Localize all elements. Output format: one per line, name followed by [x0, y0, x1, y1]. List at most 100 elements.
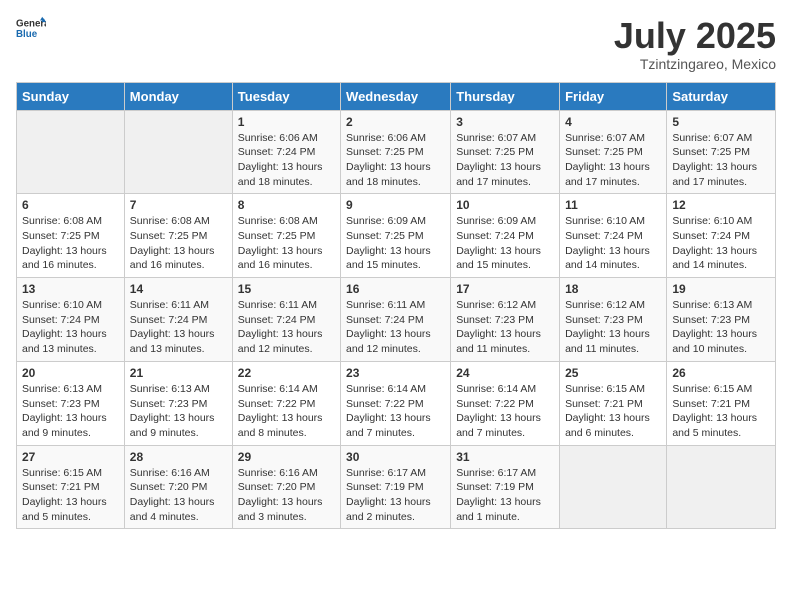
day-number: 27: [22, 450, 119, 464]
sunrise-text: Sunrise: 6:08 AM: [22, 215, 102, 227]
day-number: 21: [130, 366, 227, 380]
sunset-text: Sunset: 7:22 PM: [238, 398, 316, 410]
sunrise-text: Sunrise: 6:12 AM: [565, 299, 645, 311]
day-number: 8: [238, 198, 335, 212]
calendar-cell: 26 Sunrise: 6:15 AMSunset: 7:21 PMDayligh…: [667, 361, 776, 445]
calendar-cell: 17Sunrise: 6:12 AMSunset: 7:23 PMDayligh…: [451, 278, 560, 362]
calendar-week-row: 6Sunrise: 6:08 AMSunset: 7:25 PMDaylight…: [17, 194, 776, 278]
day-number: 6: [22, 198, 119, 212]
sunset-text: Sunset: 7:24 PM: [238, 146, 316, 158]
day-info: Sunrise: 6:13 AMSunset: 7:23 PMDaylight:…: [22, 382, 119, 441]
calendar-cell: 9Sunrise: 6:09 AMSunset: 7:25 PMDaylight…: [341, 194, 451, 278]
sunset-text: Sunset: 7:25 PM: [456, 146, 534, 158]
daylight-text: Daylight: 13 hours and 15 minutes.: [346, 245, 431, 272]
day-info: Sunrise: 6:14 AMSunset: 7:22 PMDaylight:…: [346, 382, 445, 441]
calendar-cell: 14Sunrise: 6:11 AMSunset: 7:24 PMDayligh…: [124, 278, 232, 362]
sunrise-text: Sunrise: 6:10 AM: [22, 299, 102, 311]
calendar-cell: 23Sunrise: 6:14 AMSunset: 7:22 PMDayligh…: [341, 361, 451, 445]
svg-text:Blue: Blue: [16, 29, 38, 40]
daylight-text: Daylight: 13 hours and 5 minutes.: [22, 496, 107, 523]
calendar-week-row: 20Sunrise: 6:13 AMSunset: 7:23 PMDayligh…: [17, 361, 776, 445]
day-number: 5: [672, 115, 770, 129]
sunset-text: Sunset: 7:21 PM: [22, 481, 100, 493]
daylight-text: Daylight: 13 hours and 8 minutes.: [238, 412, 323, 439]
day-info: Sunrise: 6:10 AMSunset: 7:24 PMDaylight:…: [565, 214, 661, 273]
daylight-text: Daylight: 13 hours and 5 minutes.: [672, 412, 757, 439]
calendar-cell: 22Sunrise: 6:14 AMSunset: 7:22 PMDayligh…: [232, 361, 340, 445]
day-info: Sunrise: 6:11 AMSunset: 7:24 PMDaylight:…: [238, 298, 335, 357]
day-number: 11: [565, 198, 661, 212]
day-info: Sunrise: 6:13 AM Sunset: 7:23 PM Daylight:…: [672, 298, 770, 357]
day-number: 7: [130, 198, 227, 212]
daylight-text: Daylight: 13 hours and 10 minutes.: [672, 328, 757, 355]
sunrise-text: Sunrise: 6:11 AM: [346, 299, 425, 311]
sunset-text: Sunset: 7:23 PM: [22, 398, 100, 410]
sunrise-text: Sunrise: 6:07 AM: [565, 132, 645, 144]
day-number: 1: [238, 115, 335, 129]
sunset-text: Sunset: 7:25 PM: [22, 230, 100, 242]
day-number: 26: [672, 366, 770, 380]
calendar-cell: 15 Sunrise: 6:11 AMSunset: 7:24 PMDayligh…: [232, 278, 340, 362]
sunset-text: Sunset: 7:24 PM: [238, 314, 316, 326]
calendar-cell: 21Sunrise: 6:13 AMSunset: 7:23 PMDayligh…: [124, 361, 232, 445]
sunrise-text: Sunrise: 6:08 AM: [238, 215, 318, 227]
day-info: Sunrise: 6:06 AMSunset: 7:24 PMDaylight:…: [238, 131, 335, 190]
calendar-cell: 30Sunrise: 6:17 AMSunset: 7:19 PMDayligh…: [341, 445, 451, 529]
day-number: 16: [346, 282, 445, 296]
sunset-text: Sunset: 7:23 PM: [565, 314, 643, 326]
sunset-text: Sunset: 7:23 PM: [672, 314, 750, 326]
weekday-header-saturday: Saturday: [667, 82, 776, 110]
calendar-cell: 10Sunrise: 6:09 AMSunset: 7:24 PMDayligh…: [451, 194, 560, 278]
sunrise-text: Sunrise: 6:15 AM: [565, 383, 645, 395]
sunrise-text: Sunrise: 6:16 AM: [238, 467, 318, 479]
sunrise-text: Sunrise: 6:16 AM: [130, 467, 210, 479]
daylight-text: Daylight: 13 hours and 3 minutes.: [238, 496, 323, 523]
day-info: Sunrise: 6:15 AM Sunset: 7:21 PM Daylight:…: [565, 382, 661, 441]
daylight-text: Daylight: 13 hours and 9 minutes.: [130, 412, 215, 439]
sunset-text: Sunset: 7:25 PM: [346, 146, 424, 158]
day-number: 28: [130, 450, 227, 464]
day-info: Sunrise: 6:08 AMSunset: 7:25 PMDaylight:…: [130, 214, 227, 273]
day-info: Sunrise: 6:09 AMSunset: 7:25 PMDaylight:…: [346, 214, 445, 273]
day-info: Sunrise: 6:14 AMSunset: 7:22 PMDaylight:…: [238, 382, 335, 441]
sunrise-text: Sunrise: 6:13 AM: [672, 299, 752, 311]
daylight-text: Daylight: 13 hours and 1 minute.: [456, 496, 541, 523]
day-info: Sunrise: 6:08 AMSunset: 7:25 PMDaylight:…: [22, 214, 119, 273]
day-number: 2: [346, 115, 445, 129]
sunset-text: Sunset: 7:24 PM: [456, 230, 534, 242]
daylight-text: Daylight: 13 hours and 9 minutes.: [22, 412, 107, 439]
calendar-week-row: 13Sunrise: 6:10 AMSunset: 7:24 PMDayligh…: [17, 278, 776, 362]
daylight-text: Daylight: 13 hours and 6 minutes.: [565, 412, 650, 439]
sunrise-text: Sunrise: 6:09 AM: [346, 215, 426, 227]
day-number: 19: [672, 282, 770, 296]
calendar-cell: 27 Sunrise: 6:15 AMSunset: 7:21 PMDayligh…: [17, 445, 125, 529]
day-info: Sunrise: 6:14 AMSunset: 7:22 PMDaylight:…: [456, 382, 554, 441]
daylight-text: Daylight: 13 hours and 18 minutes.: [346, 161, 431, 188]
daylight-text: Daylight: 13 hours and 12 minutes.: [346, 328, 431, 355]
day-info: Sunrise: 6:07 AMSunset: 7:25 PMDaylight:…: [672, 131, 770, 190]
sunset-text: Sunset: 7:24 PM: [22, 314, 100, 326]
day-info: Sunrise: 6:15 AMSunset: 7:21 PMDaylight:…: [672, 382, 770, 441]
day-info: Sunrise: 6:10 AMSunset: 7:24 PMDaylight:…: [672, 214, 770, 273]
calendar-cell: [667, 445, 776, 529]
day-number: 14: [130, 282, 227, 296]
weekday-header-sunday: Sunday: [17, 82, 125, 110]
sunrise-text: Sunrise: 6:14 AM: [456, 383, 536, 395]
daylight-text: Daylight: 13 hours and 14 minutes.: [565, 245, 650, 272]
day-info: Sunrise: 6:11 AMSunset: 7:24 PMDaylight:…: [346, 298, 445, 357]
sunset-text: Sunset: 7:25 PM: [130, 230, 208, 242]
sunrise-text: Sunrise: 6:06 AM: [346, 132, 426, 144]
day-number: 15: [238, 282, 335, 296]
calendar-cell: 20Sunrise: 6:13 AMSunset: 7:23 PMDayligh…: [17, 361, 125, 445]
location-title: Tzintzingareo, Mexico: [614, 56, 776, 72]
daylight-text: Daylight: 13 hours and 11 minutes.: [565, 328, 650, 355]
daylight-text: Daylight: 13 hours and 16 minutes.: [238, 245, 323, 272]
day-info: Sunrise: 6:15 AMSunset: 7:21 PMDaylight:…: [22, 466, 119, 525]
sunset-text: Sunset: 7:21 PM: [565, 398, 643, 410]
daylight-text: Daylight: 13 hours and 16 minutes.: [130, 245, 215, 272]
title-block: July 2025 Tzintzingareo, Mexico: [614, 16, 776, 72]
page-header: General Blue July 2025 Tzintzingareo, Me…: [16, 16, 776, 72]
calendar-cell: 1 Sunrise: 6:06 AMSunset: 7:24 PMDaylight…: [232, 110, 340, 194]
sunset-text: Sunset: 7:22 PM: [456, 398, 534, 410]
calendar-cell: 2 Sunrise: 6:06 AM Sunset: 7:25 PM Daylight…: [341, 110, 451, 194]
